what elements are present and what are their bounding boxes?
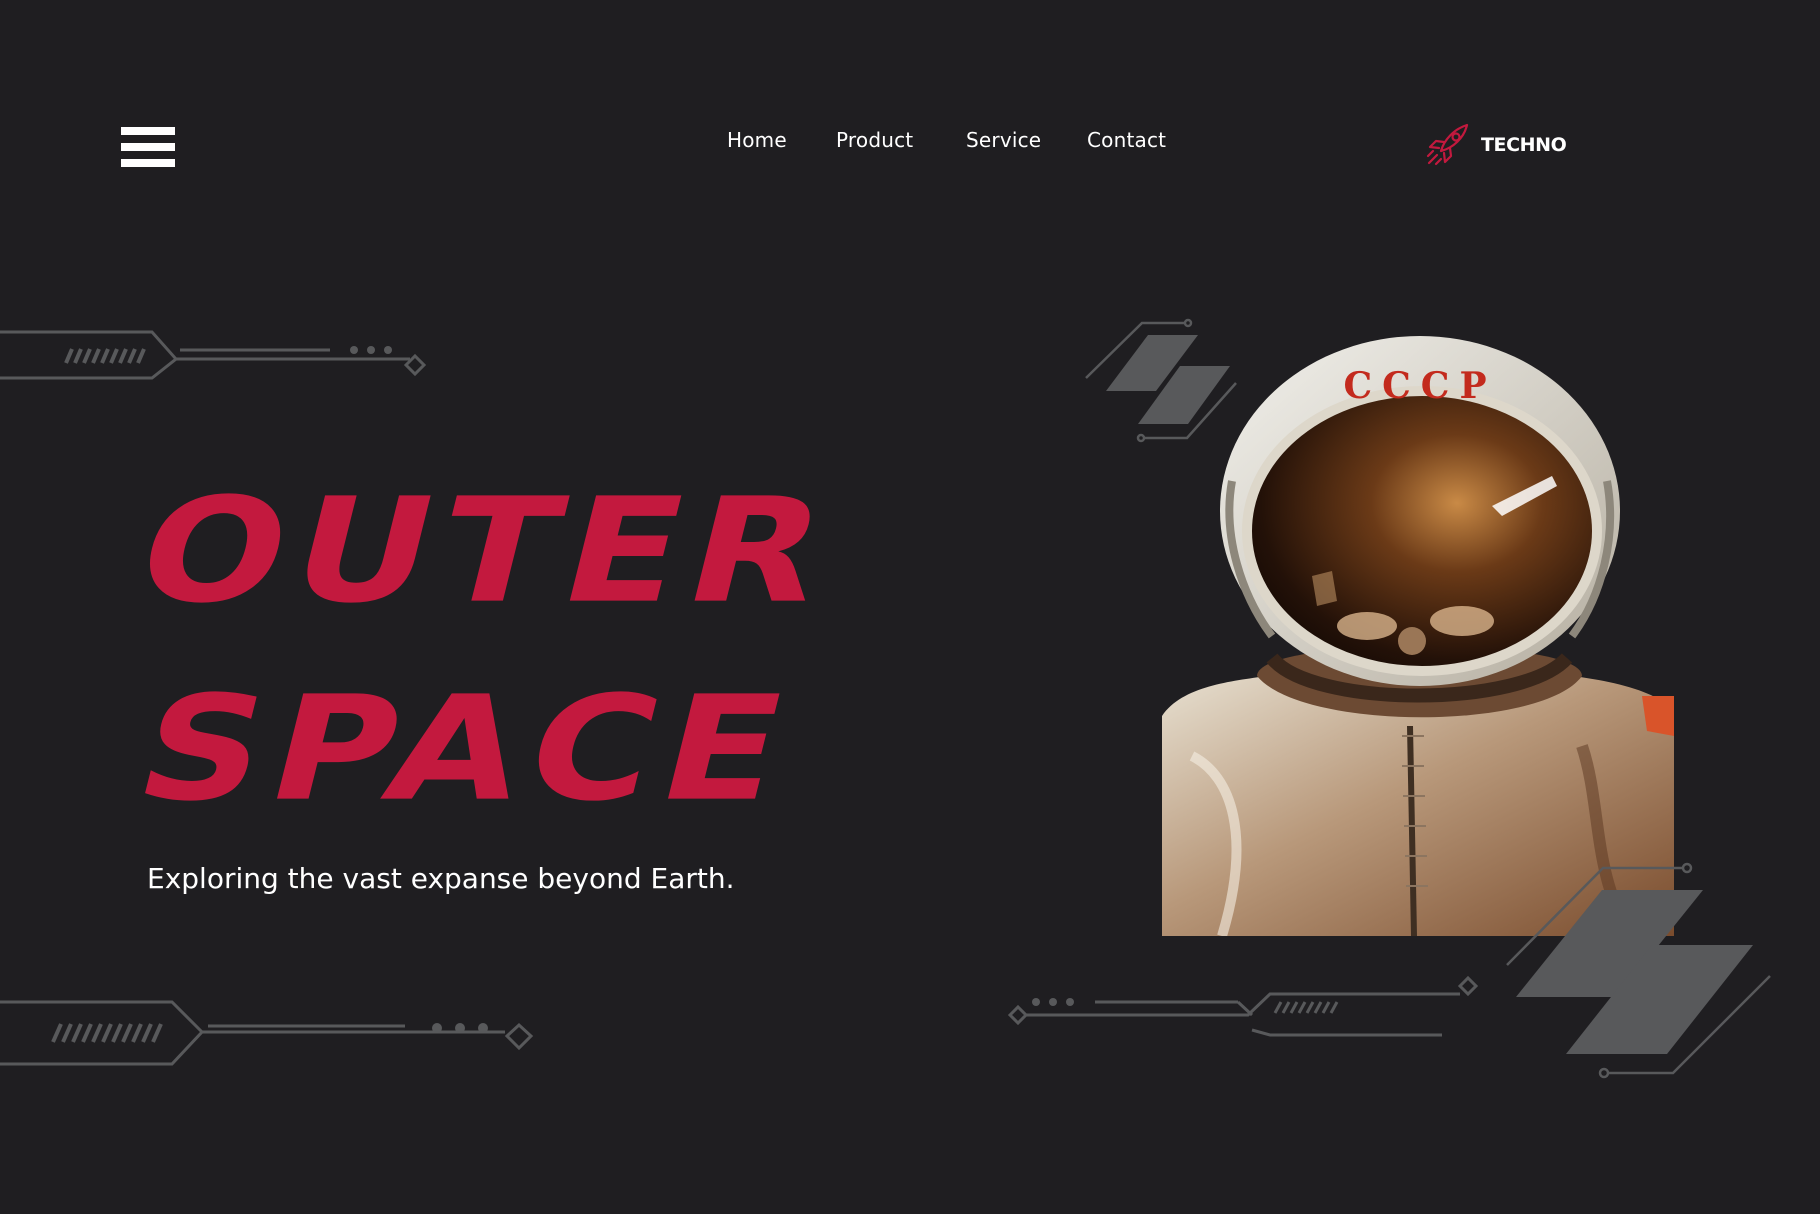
brand-name: TECHNO — [1481, 134, 1567, 156]
circuit-decoration-bottom-center — [1007, 975, 1479, 1037]
menu-bar — [121, 127, 175, 135]
rocket-icon — [1426, 123, 1469, 166]
circuit-decoration-bottom-left — [0, 1000, 534, 1066]
nav-link-product[interactable]: Product — [836, 128, 913, 152]
nav-link-home[interactable]: Home — [727, 128, 787, 152]
astronaut-photo: CCCP — [1162, 336, 1674, 936]
nav-link-contact[interactable]: Contact — [1087, 128, 1166, 152]
parallelogram-decoration-bottom-right — [1506, 862, 1771, 1079]
hamburger-menu-icon[interactable] — [121, 127, 175, 168]
menu-bar — [121, 143, 175, 151]
brand-logo[interactable]: TECHNO — [1424, 120, 1574, 168]
circuit-decoration-top-left — [0, 330, 427, 380]
hero-title-line-1: OUTER — [121, 466, 852, 636]
hero-title-line-2: SPACE — [121, 664, 811, 834]
hero-tagline: Exploring the vast expanse beyond Earth. — [147, 862, 735, 895]
menu-bar — [121, 159, 175, 167]
helmet-text: CCCP — [1343, 365, 1496, 407]
nav-link-service[interactable]: Service — [966, 128, 1041, 152]
